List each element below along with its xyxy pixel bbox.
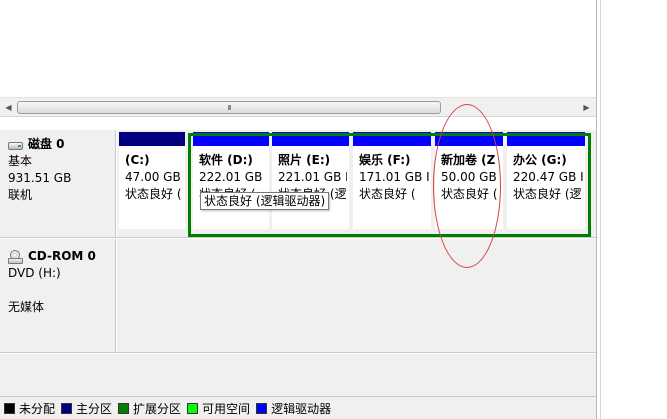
partition-name: 办公 (G:) [513, 153, 567, 167]
legend-bar: 未分配 主分区 扩展分区 可用空间 逻辑驱动器 [0, 396, 596, 419]
partition-f[interactable]: 娱乐 (F:) 171.01 GB I 状态良好 ( [353, 132, 431, 229]
legend-swatch [4, 402, 15, 414]
partition-c[interactable]: (C:) 47.00 GB 状态良好 ( [119, 132, 185, 229]
legend-item-unallocated: 未分配 [4, 400, 55, 417]
legend-label: 可用空间 [202, 401, 251, 416]
legend-item-free-space: 可用空间 [187, 400, 250, 417]
legend-swatch [256, 402, 268, 414]
partition-name: 软件 (D:) [199, 153, 253, 167]
disk-0-name: 磁盘 0 [28, 137, 65, 151]
partition-status-tooltip: 状态良好 (逻辑驱动器) [200, 192, 330, 210]
hard-disk-icon [8, 140, 24, 150]
partition-size: 221.01 GB I [278, 170, 347, 184]
logical-drive-bar [435, 132, 503, 146]
legend-label: 扩展分区 [133, 401, 182, 416]
cdrom-0-info[interactable]: CD-ROM 0 DVD (H:) 无媒体 [0, 239, 116, 352]
disk-0-partitions: (C:) 47.00 GB 状态良好 ( 软件 (D:) 222.01 GB 状… [117, 130, 596, 237]
partition-size: 220.47 GB I [513, 170, 583, 184]
cdrom-0-row: CD-ROM 0 DVD (H:) 无媒体 [0, 239, 596, 353]
disk-0-status: 联机 [8, 188, 33, 202]
legend-swatch [187, 402, 199, 414]
partition-status: 状态良好 ( [441, 187, 498, 201]
partition-size: 47.00 GB [125, 170, 181, 184]
partition-size: 50.00 GB [441, 170, 497, 184]
partition-name: 照片 (E:) [278, 153, 331, 167]
volume-list-pane[interactable] [0, 0, 596, 97]
empty-graphic-area [0, 354, 596, 396]
legend-item-extended: 扩展分区 [118, 400, 181, 417]
logical-drive-bar [193, 132, 269, 146]
logical-drive-bar [353, 132, 431, 146]
cdrom-0-size [8, 282, 115, 299]
partition-status: 状态良好 ( [125, 187, 182, 201]
partition-status: 状态良好 (逻 [513, 187, 582, 201]
partition-status: 状态良好 ( [359, 187, 416, 201]
legend-swatch [61, 402, 73, 414]
horizontal-scrollbar[interactable]: ◀ III ▶ [0, 97, 596, 117]
logical-drive-bar [507, 132, 585, 146]
partition-e[interactable]: 照片 (E:) 221.01 GB I 状态良好 (逻 [272, 132, 349, 229]
legend-label: 主分区 [76, 401, 113, 416]
scrollbar-grip-icon: III [227, 103, 231, 112]
disk-0-size: 931.51 GB [8, 171, 72, 185]
empty-area [0, 354, 596, 396]
partition-name: 新加卷 (Z [441, 153, 496, 167]
cdrom-0-area [117, 239, 596, 352]
legend-item-primary: 主分区 [61, 400, 112, 417]
partition-d[interactable]: 软件 (D:) 222.01 GB 状态良好 ( [193, 132, 269, 229]
legend-label: 逻辑驱动器 [271, 401, 332, 416]
scroll-left-arrow-icon[interactable]: ◀ [0, 98, 17, 117]
partition-z[interactable]: 新加卷 (Z 50.00 GB 状态良好 ( [435, 132, 503, 229]
partition-g[interactable]: 办公 (G:) 220.47 GB I 状态良好 (逻 [507, 132, 585, 229]
right-panel-edge [596, 0, 667, 419]
cd-drive-icon [8, 249, 24, 264]
partition-name: 娱乐 (F:) [359, 153, 411, 167]
scroll-right-arrow-icon[interactable]: ▶ [578, 98, 595, 117]
disk-graphic-pane: 磁盘 0 基本 931.51 GB 联机 (C:) 47.00 GB 状态良好 … [0, 117, 596, 419]
partition-size: 222.01 GB [199, 170, 263, 184]
disk-0-row: 磁盘 0 基本 931.51 GB 联机 (C:) 47.00 GB 状态良好 … [0, 130, 596, 238]
partition-size: 171.01 GB I [359, 170, 429, 184]
cdrom-0-status: 无媒体 [8, 300, 45, 314]
disk-0-info[interactable]: 磁盘 0 基本 931.51 GB 联机 [0, 130, 116, 237]
legend-label: 未分配 [19, 401, 56, 416]
disk-0-type: 基本 [8, 154, 33, 168]
cdrom-0-name: CD-ROM 0 [28, 249, 96, 263]
cdrom-0-type: DVD (H:) [8, 266, 61, 280]
scrollbar-thumb[interactable]: III [17, 101, 441, 114]
legend-swatch [118, 402, 130, 414]
legend-item-logical: 逻辑驱动器 [256, 400, 331, 417]
panel-divider [600, 0, 601, 419]
partition-name: (C:) [125, 153, 150, 167]
logical-drive-bar [272, 132, 349, 146]
primary-partition-bar [119, 132, 185, 146]
